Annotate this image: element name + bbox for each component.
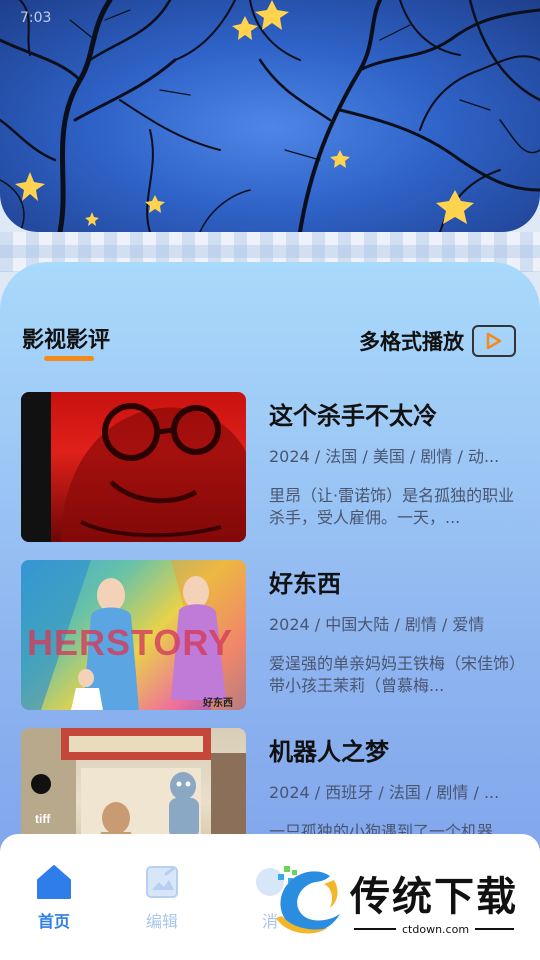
movie-poster[interactable]: HERSTORY 好东西 [21, 560, 246, 710]
movie-description: 里昂（让·雷诺饰）是名孤独的职业杀手，受人雇佣。一天，... [269, 486, 515, 527]
status-bar-time: 7:03 [20, 10, 52, 26]
ctdown-logo-icon [276, 866, 340, 934]
movie-title[interactable]: 好东西 [269, 564, 519, 599]
movie-description: 爱逞强的单亲妈妈王铁梅（宋佳饰）带小孩王茉莉（曾慕梅... [269, 654, 518, 695]
nav-item-home[interactable]: 首页 [24, 864, 84, 932]
movie-poster[interactable] [21, 392, 246, 542]
movie-meta: 2024 / 法国 / 美国 / 剧情 / 动... [269, 447, 500, 466]
play-icon [486, 332, 502, 350]
section-title[interactable]: 影视影评 [22, 322, 110, 354]
hero-banner-image: 7:03 [0, 0, 540, 232]
poster-festival-text: tiff [35, 812, 51, 826]
nav-label-home: 首页 [37, 912, 70, 931]
tree-branches-illustration [0, 0, 540, 232]
image-edit-icon [146, 866, 178, 898]
watermark-url: ctdown.com [396, 923, 476, 936]
tab-indicator [44, 356, 94, 361]
multi-format-label[interactable]: 多格式播放 [359, 326, 464, 356]
home-icon [37, 865, 71, 899]
multi-format-play-button[interactable] [472, 325, 516, 357]
movie-card-leon[interactable]: 这个杀手不太冷 2024 / 法国 / 美国 / 剧情 / 动... 里昂（让·… [21, 392, 521, 542]
poster-face-illustration [21, 392, 246, 542]
movie-card-herstory[interactable]: HERSTORY 好东西 好东西 2024 / 中国大陆 / 剧情 / 爱情 爱… [21, 560, 521, 710]
nav-item-edit[interactable]: 编辑 [132, 864, 192, 932]
nav-label-edit: 编辑 [145, 912, 178, 931]
watermark-logo: 传统下载 ctdown.com [268, 862, 528, 938]
movie-meta: 2024 / 中国大陆 / 剧情 / 爱情 [269, 615, 485, 634]
movie-meta: 2024 / 西班牙 / 法国 / 剧情 / ... [269, 783, 500, 802]
movie-title[interactable]: 这个杀手不太冷 [269, 396, 519, 431]
poster-title-text: HERSTORY [27, 622, 234, 663]
poster-small-title: 好东西 [203, 698, 233, 709]
watermark-text: 传统下载 [350, 874, 518, 920]
movie-title[interactable]: 机器人之梦 [269, 732, 519, 767]
